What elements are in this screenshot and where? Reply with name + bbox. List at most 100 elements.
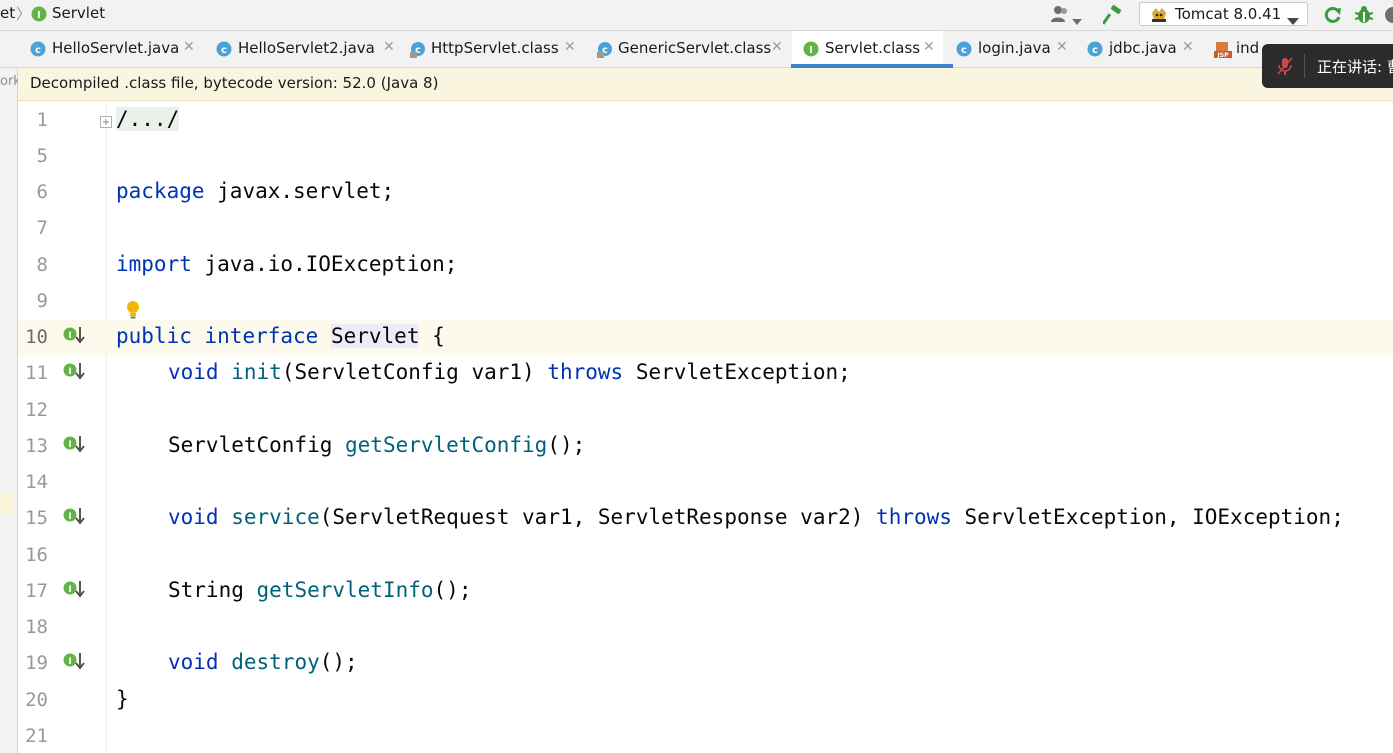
fold-expand-icon[interactable] <box>100 113 112 132</box>
keyword: import <box>116 252 192 276</box>
code-line-10[interactable]: public interface Servlet { <box>116 324 445 348</box>
breadcrumb-project[interactable]: et <box>0 4 15 22</box>
line-number[interactable]: 11 <box>18 362 48 384</box>
close-icon[interactable]: ✕ <box>1056 39 1068 55</box>
lightbulb-icon[interactable] <box>125 300 141 324</box>
navigation-bar: et 〉 I Servlet Tomcat 8.0.41 <box>0 0 1393 31</box>
line-number[interactable]: 8 <box>18 254 48 276</box>
method-name[interactable]: destroy <box>231 650 320 674</box>
line-number[interactable]: 9 <box>18 290 48 312</box>
line-number[interactable]: 1 <box>18 109 48 131</box>
tab-servlet-class[interactable]: I Servlet.class ✕ <box>791 31 953 68</box>
code-text: ServletException; <box>623 360 851 384</box>
code-line-19[interactable]: void destroy(); <box>168 650 358 674</box>
class-c-icon: c <box>956 41 972 61</box>
tab-helloservlet2-java[interactable]: c HelloServlet2.java ✕ <box>216 31 395 67</box>
compiled-class-icon: c <box>596 41 614 63</box>
tab-label: login.java <box>978 39 1051 57</box>
line-number[interactable]: 19 <box>18 652 48 674</box>
tab-jdbc-java[interactable]: c jdbc.java ✕ <box>1087 31 1199 67</box>
editor-tab-bar: c HelloServlet.java ✕ c HelloServlet2.ja… <box>0 31 1393 68</box>
close-icon[interactable]: ✕ <box>771 39 783 55</box>
speaking-label: 正在讲话: 曹 <box>1317 58 1393 76</box>
interface-icon: I <box>803 41 819 61</box>
line-number[interactable]: 5 <box>18 145 48 167</box>
close-icon[interactable]: ✕ <box>383 39 395 55</box>
bug-icon[interactable] <box>1354 5 1374 29</box>
line-number[interactable]: 20 <box>18 689 48 711</box>
code-text: { <box>419 324 445 348</box>
line-number[interactable]: 21 <box>18 725 48 747</box>
code-line-8[interactable]: import java.io.IOException; <box>116 252 457 276</box>
code-line-15[interactable]: void service(ServletRequest var1, Servle… <box>168 505 1344 529</box>
close-icon[interactable]: ✕ <box>564 39 576 55</box>
chevron-down-icon[interactable] <box>1072 11 1082 29</box>
has-implementations-icon[interactable]: I <box>63 580 85 604</box>
folded-region[interactable]: /.../ <box>116 107 180 131</box>
tab-label: HttpServlet.class <box>431 39 559 57</box>
code-line-1[interactable]: /.../ <box>116 107 180 131</box>
compiled-class-icon: c <box>409 41 427 63</box>
line-number[interactable]: 14 <box>18 471 48 493</box>
line-number-current[interactable]: 10 <box>18 326 48 348</box>
svg-text:JSP: JSP <box>1217 52 1230 59</box>
tab-httpservlet-class[interactable]: c HttpServlet.class ✕ <box>409 31 579 67</box>
tab-login-java[interactable]: c login.java ✕ <box>956 31 1076 67</box>
line-number[interactable]: 18 <box>18 616 48 638</box>
tab-label: GenericServlet.class <box>618 39 772 57</box>
close-icon[interactable]: ✕ <box>1182 39 1194 55</box>
tab-genericservlet-class[interactable]: c GenericServlet.class ✕ <box>596 31 786 67</box>
tab-index-jsp[interactable]: JSP ind <box>1214 31 1264 67</box>
code-line-17[interactable]: String getServletInfo(); <box>168 578 471 602</box>
has-implementations-icon[interactable]: I <box>63 652 85 676</box>
keyword: public <box>116 324 192 348</box>
has-implementations-icon[interactable]: I <box>63 435 85 459</box>
breadcrumb-current[interactable]: Servlet <box>52 4 105 22</box>
decompiled-notice-banner: Decompiled .class file, bytecode version… <box>18 68 1393 101</box>
code-text: (); <box>433 578 472 602</box>
meeting-speaking-overlay[interactable]: 正在讲话: 曹 <box>1262 44 1393 88</box>
code-line-6[interactable]: package javax.servlet; <box>116 179 394 203</box>
line-number[interactable]: 6 <box>18 181 48 203</box>
keyword: package <box>116 179 205 203</box>
svg-text:I: I <box>68 512 71 522</box>
close-icon[interactable]: ✕ <box>923 39 935 55</box>
line-number[interactable]: 12 <box>18 399 48 421</box>
hammer-icon[interactable] <box>1101 4 1123 29</box>
tab-helloservlet-java[interactable]: c HelloServlet.java ✕ <box>30 31 198 67</box>
user-icon[interactable] <box>1050 5 1070 27</box>
breadcrumb-separator-icon: 〉 <box>16 5 32 23</box>
class-c-icon: c <box>30 41 46 61</box>
interface-name[interactable]: Servlet <box>330 324 420 348</box>
stop-icon[interactable] <box>1383 5 1393 29</box>
code-line-20[interactable]: } <box>116 687 129 711</box>
code-text: (ServletRequest var1, ServletResponse va… <box>319 505 877 529</box>
code-line-11[interactable]: void init(ServletConfig var1) throws Ser… <box>168 360 851 384</box>
has-implementations-icon[interactable]: I <box>63 507 85 531</box>
rerun-icon[interactable] <box>1323 5 1343 29</box>
run-configuration-selector[interactable]: Tomcat 8.0.41 <box>1139 2 1308 26</box>
line-number[interactable]: 13 <box>18 435 48 457</box>
method-name[interactable]: getServletConfig <box>345 433 547 457</box>
line-number[interactable]: 16 <box>18 544 48 566</box>
method-name[interactable]: service <box>231 505 320 529</box>
microphone-muted-icon[interactable] <box>1275 56 1295 80</box>
method-name[interactable]: getServletInfo <box>257 578 434 602</box>
svg-text:c: c <box>961 45 967 56</box>
line-number[interactable]: 15 <box>18 507 48 529</box>
has-implementations-icon[interactable]: I <box>63 326 85 350</box>
code-text: String <box>168 578 257 602</box>
code-line-13[interactable]: ServletConfig getServletConfig(); <box>168 433 585 457</box>
project-tool-strip[interactable]: ork <box>0 68 21 753</box>
keyword: void <box>168 505 219 529</box>
has-implementations-icon[interactable]: I <box>63 362 85 386</box>
method-name[interactable]: init <box>231 360 282 384</box>
close-icon[interactable]: ✕ <box>183 39 195 55</box>
svg-text:c: c <box>221 45 227 56</box>
code-text: ServletConfig <box>168 433 346 457</box>
line-number[interactable]: 17 <box>18 580 48 602</box>
line-number[interactable]: 7 <box>18 217 48 239</box>
divider <box>1304 54 1305 78</box>
